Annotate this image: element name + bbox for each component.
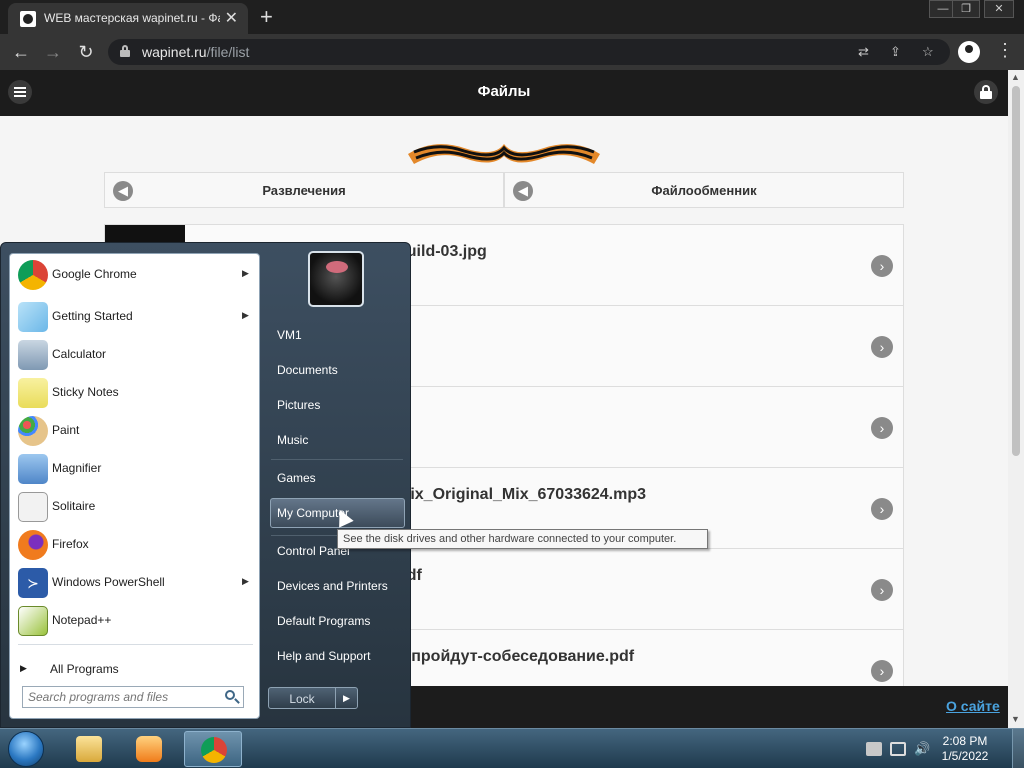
volume-icon[interactable]: 🔊 [914,742,930,756]
taskbar: 🔊 2:08 PM 1/5/2022 [0,728,1024,768]
file-name[interactable]: Mix_Original_Mix_67033624.mp3 [397,486,646,504]
profile-avatar-icon[interactable] [958,41,980,63]
solitaire-icon [18,492,48,522]
restore-button[interactable]: ❐ [952,0,980,18]
program-getting-started[interactable]: Getting Started ▶ [14,298,255,334]
show-desktop-button[interactable] [1012,729,1024,768]
shutdown-options-arrow-icon[interactable]: ▶ [335,688,357,708]
address-bar[interactable]: wapinet.ru/file/list ⇄ ⇪ ☆ [108,39,950,65]
back-icon[interactable]: ← [10,41,32,63]
sticky-notes-icon [18,378,48,408]
my-computer-tooltip: See the disk drives and other hardware c… [337,529,708,549]
scrollbar-thumb[interactable] [1012,86,1020,456]
search-programs-box[interactable] [22,686,244,708]
powershell-icon: ≻ [18,568,48,598]
tab-title: WEB мастерская wapinet.ru - Фа [44,11,220,25]
share-icon[interactable]: ⇪ [890,44,901,60]
breadcrumb: ◀ Развлечения ◀ Файлообменник [104,172,904,208]
scroll-down-icon[interactable]: ▼ [1011,714,1020,724]
browser-titlebar: WEB мастерская wapinet.ru - Фа ✕ + — ❐ ✕ [0,0,1024,34]
divider [271,459,403,460]
breadcrumb-entertainment[interactable]: ◀ Развлечения [104,172,504,208]
chevron-right-icon[interactable]: › [871,660,893,682]
program-magnifier[interactable]: Magnifier [14,450,255,486]
new-tab-button[interactable]: + [260,4,273,30]
chevron-right-icon[interactable]: › [871,579,893,601]
chrome-icon [18,260,48,290]
link-music[interactable]: Music [277,433,308,447]
program-paint[interactable]: Paint [14,412,255,448]
link-default-programs[interactable]: Default Programs [277,614,370,628]
tab-close-icon[interactable]: ✕ [225,8,238,28]
taskbar-media-player[interactable] [120,731,178,767]
search-programs-input[interactable] [28,690,218,704]
start-menu: Google Chrome ▶ Getting Started ▶ Calcul… [0,242,411,728]
site-header: Файлы [0,70,1008,116]
program-windows-powershell[interactable]: ≻ Windows PowerShell ▶ [14,564,255,600]
program-sticky-notes[interactable]: Sticky Notes [14,374,255,410]
submenu-arrow-icon: ▶ [242,576,249,586]
chevron-right-icon[interactable]: › [871,498,893,520]
chevron-right-icon[interactable]: › [871,255,893,277]
program-calculator[interactable]: Calculator [14,336,255,372]
page-scrollbar[interactable]: ▲ ▼ [1008,70,1024,728]
link-devices-and-printers[interactable]: Devices and Printers [277,579,388,593]
user-avatar[interactable] [308,251,364,307]
clock-time: 2:08 PM [942,734,988,748]
start-button[interactable] [8,731,44,767]
system-clock[interactable]: 2:08 PM 1/5/2022 [930,734,1000,764]
bookmark-star-icon[interactable]: ☆ [922,44,934,60]
link-pictures[interactable]: Pictures [277,398,320,412]
browser-tab[interactable]: WEB мастерская wapinet.ru - Фа ✕ [8,3,248,34]
about-link[interactable]: О сайте [946,698,1000,714]
paint-icon [18,416,48,446]
network-icon[interactable] [890,742,906,756]
translate-icon[interactable]: ⇄ [858,44,869,60]
link-documents[interactable]: Documents [277,363,338,377]
action-center-flag-icon[interactable] [866,742,882,756]
expand-arrow-icon: ▶ [20,663,27,673]
link-help-and-support[interactable]: Help and Support [277,649,370,663]
folder-icon [76,736,102,762]
secure-lock-icon[interactable] [120,45,130,57]
breadcrumb-file-exchange[interactable]: ◀ Файлообменник [504,172,904,208]
notepadpp-icon [18,606,48,636]
submenu-arrow-icon: ▶ [242,268,249,278]
clock-date: 1/5/2022 [941,749,989,763]
media-player-icon [136,736,162,762]
program-firefox[interactable]: Firefox [14,526,255,562]
forward-icon[interactable]: → [42,41,64,63]
submenu-arrow-icon: ▶ [242,310,249,320]
search-icon[interactable] [225,690,235,700]
browser-toolbar: ← → ↻ wapinet.ru/file/list ⇄ ⇪ ☆ ⋮ [0,34,1024,70]
url-text[interactable]: wapinet.ru/file/list [142,44,249,60]
divider [18,644,253,645]
start-menu-programs-pane: Google Chrome ▶ Getting Started ▶ Calcul… [9,253,260,719]
link-games[interactable]: Games [277,471,316,485]
program-google-chrome[interactable]: Google Chrome ▶ [14,256,255,292]
taskbar-explorer[interactable] [60,731,118,767]
chevron-right-icon[interactable]: › [871,417,893,439]
page-title: Файлы [477,83,531,100]
login-lock-icon[interactable] [974,80,998,104]
scroll-up-icon[interactable]: ▲ [1011,72,1020,82]
calculator-icon [18,340,48,370]
lock-button[interactable]: Lock ▶ [268,687,358,709]
getting-started-icon [18,302,48,332]
chrome-icon [201,737,227,763]
program-solitaire[interactable]: Solitaire [14,488,255,524]
magnifier-icon [18,454,48,484]
close-window-button[interactable]: ✕ [984,0,1014,18]
taskbar-chrome[interactable] [184,731,242,767]
firefox-icon [18,530,48,560]
st-george-ribbon-icon [408,144,600,164]
program-notepadpp[interactable]: Notepad++ [14,602,255,638]
reload-icon[interactable]: ↻ [75,41,97,63]
site-favicon-icon [20,11,36,27]
browser-menu-icon[interactable]: ⋮ [996,40,1014,61]
chevron-right-icon[interactable]: › [871,336,893,358]
link-vm1[interactable]: VM1 [277,328,302,342]
file-name[interactable]: е-пройдут-собеседование.pdf [397,648,634,666]
